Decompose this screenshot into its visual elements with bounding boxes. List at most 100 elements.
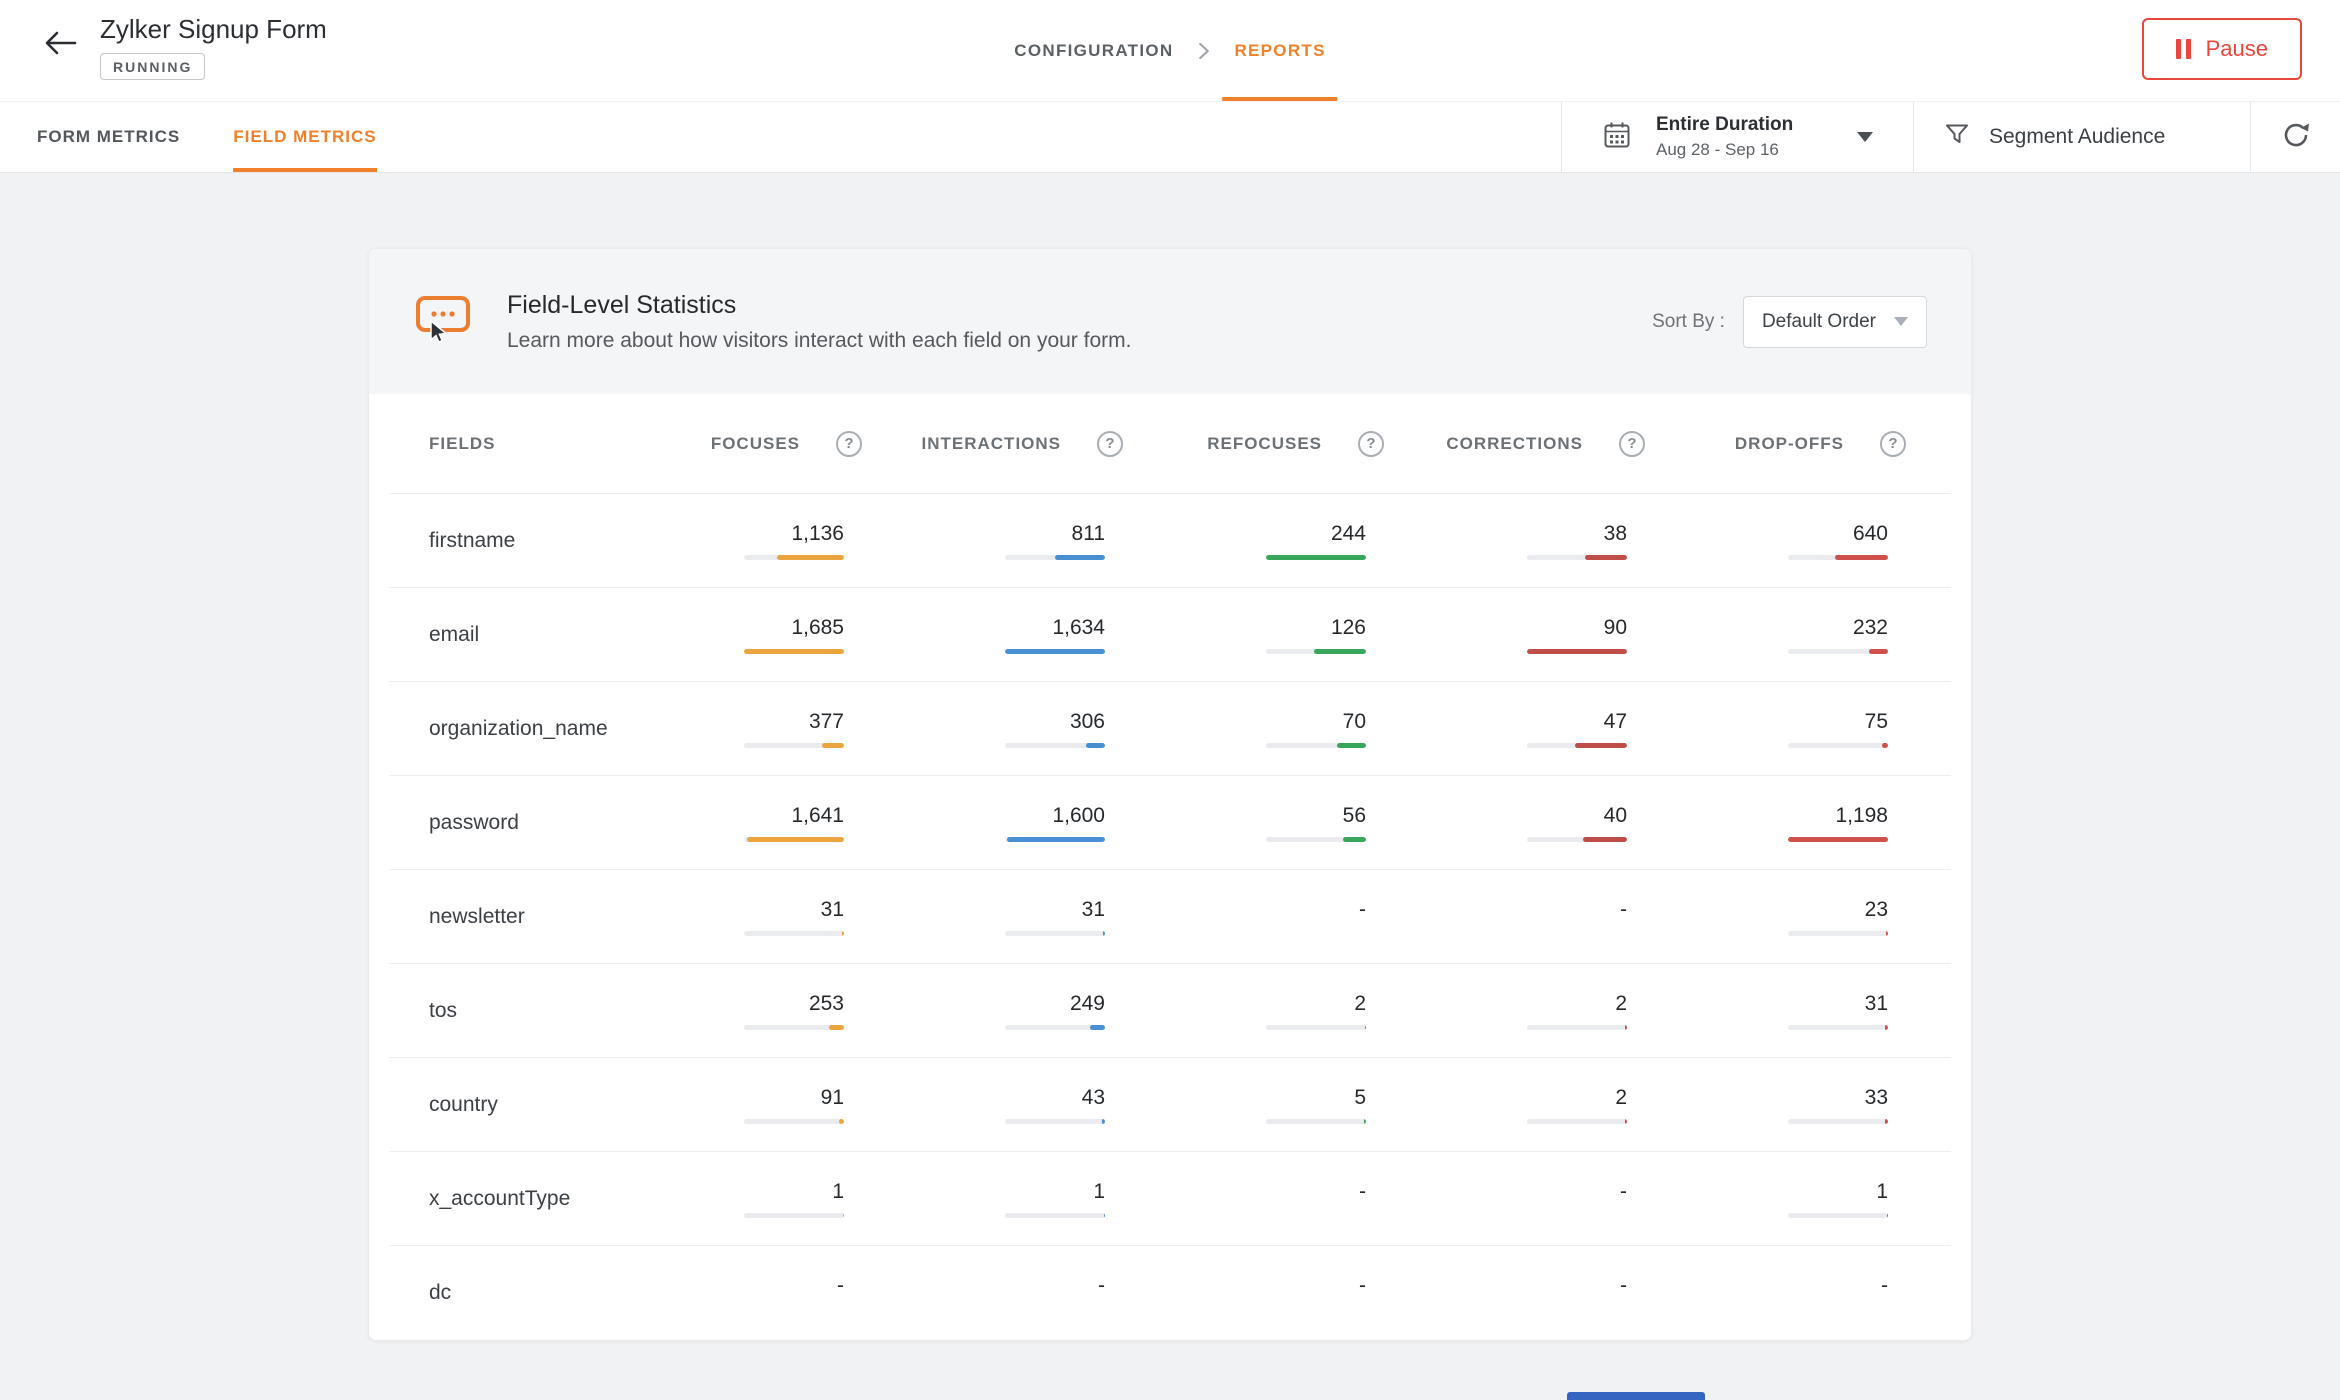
metric-value: 70	[1343, 710, 1366, 734]
metric-cell-drop-offs: 23	[1627, 898, 1888, 936]
panel-header: Field-Level Statistics Learn more about …	[369, 249, 1971, 394]
metric-cell-drop-offs: 640	[1627, 522, 1888, 560]
metric-value: 1	[1093, 1180, 1105, 1204]
metric-bar	[1005, 1213, 1105, 1218]
back-button[interactable]	[44, 30, 78, 59]
metric-bar	[744, 931, 844, 936]
metric-bar	[1527, 555, 1627, 560]
metric-value: -	[1359, 898, 1366, 922]
metric-bar	[1266, 649, 1366, 654]
metric-cell-interactions: 1	[844, 1180, 1105, 1218]
sort-order-dropdown[interactable]: Default Order	[1743, 296, 1927, 348]
metric-cell-drop-offs: 1,198	[1627, 804, 1888, 842]
metric-bar	[1788, 1025, 1888, 1030]
help-icon[interactable]: ?	[1880, 431, 1906, 457]
metric-bar	[1527, 1025, 1627, 1030]
metric-cell-drop-offs: 1	[1627, 1180, 1888, 1218]
bottom-partial-widget[interactable]	[1567, 1392, 1705, 1400]
metric-cell-corrections: -	[1366, 1180, 1627, 1218]
field-statistics-card: Field-Level Statistics Learn more about …	[368, 248, 1972, 1341]
metric-value: -	[1098, 1274, 1105, 1298]
metric-value: -	[1620, 1274, 1627, 1298]
metric-bar	[1527, 837, 1627, 842]
filter-icon	[1944, 122, 1970, 153]
segment-label: Segment Audience	[1989, 125, 2165, 149]
metric-value: 1,641	[791, 804, 844, 828]
metric-bar	[1005, 743, 1105, 748]
metric-value: -	[1359, 1180, 1366, 1204]
metric-bar	[1788, 555, 1888, 560]
metric-bar	[1788, 837, 1888, 842]
metric-bar	[1005, 1119, 1105, 1124]
help-icon[interactable]: ?	[1358, 431, 1384, 457]
metric-cell-focuses: 1,136	[583, 522, 844, 560]
metric-cell-drop-offs: 33	[1627, 1086, 1888, 1124]
table-row: country91435233	[389, 1058, 1951, 1152]
field-name: dc	[389, 1281, 583, 1305]
metric-cell-corrections: -	[1366, 1274, 1627, 1312]
table-row: firstname1,13681124438640	[389, 494, 1951, 588]
metric-value: 5	[1354, 1086, 1366, 1110]
tab-form-metrics[interactable]: FORM METRICS	[37, 102, 180, 172]
metric-value: 306	[1070, 710, 1105, 734]
help-icon[interactable]: ?	[1097, 431, 1123, 457]
column-header-refocuses: REFOCUSES ?	[1123, 431, 1384, 457]
metric-value: -	[1359, 1274, 1366, 1298]
metric-cell-refocuses: -	[1105, 1274, 1366, 1312]
metric-cell-corrections: 38	[1366, 522, 1627, 560]
refresh-button[interactable]	[2251, 102, 2340, 172]
table-row: tos2532492231	[389, 964, 1951, 1058]
metric-value: 1,685	[791, 616, 844, 640]
metric-cell-interactions: -	[844, 1274, 1105, 1312]
table-row: dc-----	[389, 1246, 1951, 1340]
metric-cell-drop-offs: -	[1627, 1274, 1888, 1312]
metric-value: 91	[821, 1086, 844, 1110]
status-badge: RUNNING	[100, 53, 205, 80]
metric-cell-refocuses: -	[1105, 898, 1366, 936]
metric-value: 23	[1865, 898, 1888, 922]
metric-bar	[1005, 1025, 1105, 1030]
metric-value: 1	[1876, 1180, 1888, 1204]
field-name: password	[389, 811, 583, 835]
nav-configuration[interactable]: CONFIGURATION	[1014, 0, 1173, 101]
metric-cell-focuses: 1	[583, 1180, 844, 1218]
metric-value: 640	[1853, 522, 1888, 546]
segment-audience-button[interactable]: Segment Audience	[1914, 102, 2250, 172]
metric-cell-corrections: 90	[1366, 616, 1627, 654]
pause-label: Pause	[2206, 36, 2268, 62]
metric-value: 33	[1865, 1086, 1888, 1110]
tab-field-metrics[interactable]: FIELD METRICS	[233, 102, 376, 172]
help-icon[interactable]: ?	[1619, 431, 1645, 457]
metric-value: 38	[1604, 522, 1627, 546]
metric-bar	[744, 1025, 844, 1030]
metric-value: 811	[1072, 522, 1105, 546]
metric-cell-corrections: 40	[1366, 804, 1627, 842]
duration-title: Entire Duration	[1656, 114, 1793, 136]
metric-value: 244	[1331, 522, 1366, 546]
metric-bar	[1788, 931, 1888, 936]
metric-cell-focuses: 1,641	[583, 804, 844, 842]
metric-bar	[744, 743, 844, 748]
breadcrumb: CONFIGURATION REPORTS	[1014, 0, 1325, 101]
pause-icon	[2176, 39, 2191, 59]
metric-cell-focuses: -	[583, 1274, 844, 1312]
nav-reports[interactable]: REPORTS	[1234, 0, 1325, 101]
metric-value: 1	[832, 1180, 844, 1204]
metric-bar	[1788, 1213, 1888, 1218]
field-name: newsletter	[389, 905, 583, 929]
metric-cell-interactions: 249	[844, 992, 1105, 1030]
calendar-icon	[1602, 120, 1632, 155]
metric-bar	[1266, 555, 1366, 560]
column-header-corrections: CORRECTIONS ?	[1384, 431, 1645, 457]
metric-value: -	[1620, 898, 1627, 922]
duration-text: Entire Duration Aug 28 - Sep 16	[1656, 114, 1793, 160]
column-header-interactions: INTERACTIONS ?	[862, 431, 1123, 457]
toolbar: FORM METRICS FIELD METRICS Entire Durati…	[0, 102, 2340, 173]
metric-bar	[1527, 743, 1627, 748]
date-range-picker[interactable]: Entire Duration Aug 28 - Sep 16	[1562, 102, 1913, 172]
pause-button[interactable]: Pause	[2142, 18, 2302, 80]
help-icon[interactable]: ?	[836, 431, 862, 457]
metric-value: 31	[821, 898, 844, 922]
metric-value: -	[837, 1274, 844, 1298]
metric-value: 126	[1331, 616, 1366, 640]
